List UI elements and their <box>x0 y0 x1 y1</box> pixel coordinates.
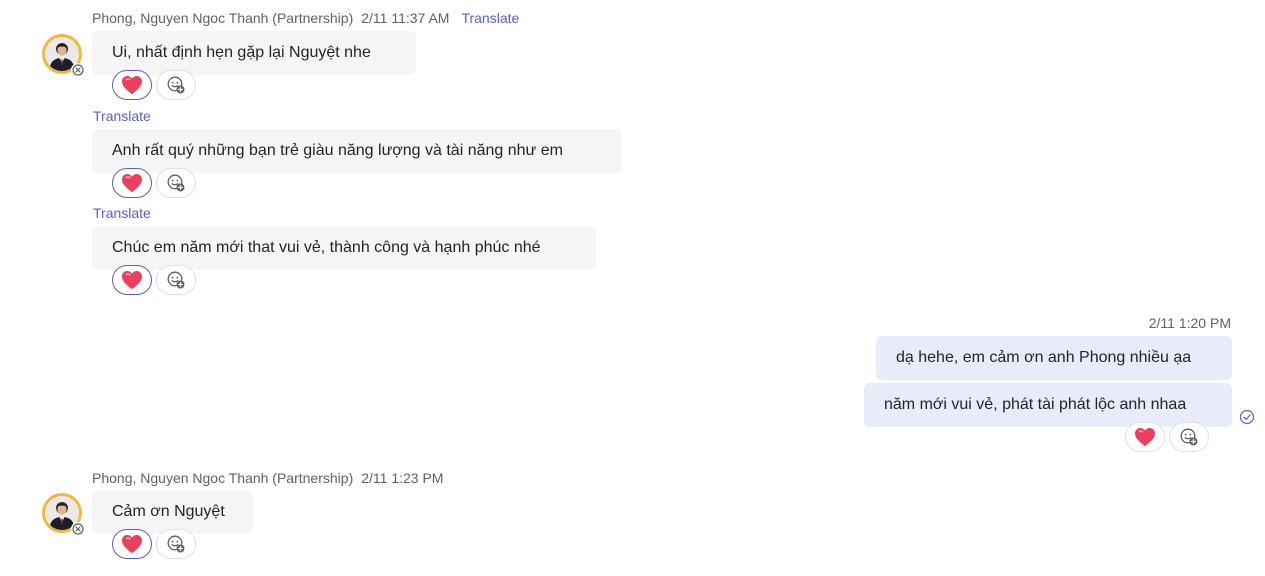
seen-check-icon <box>1239 409 1255 425</box>
message-bubble[interactable]: năm mới vui vẻ, phát tài phát lộc anh nh… <box>864 383 1232 427</box>
reaction-bar <box>1125 422 1209 452</box>
add-reaction-icon <box>166 173 186 193</box>
avatar[interactable] <box>42 493 85 536</box>
translate-link[interactable]: Translate <box>93 108 151 124</box>
message-text: Cảm ơn Nguyệt <box>112 503 225 520</box>
reaction-bar <box>112 168 196 198</box>
message-text: Chúc em năm mới that vui vẻ, thành công … <box>112 239 541 256</box>
message-header: Phong, Nguyen Ngoc Thanh (Partnership) 2/… <box>92 470 443 486</box>
heart-reaction-button[interactable] <box>112 265 152 295</box>
heart-icon <box>120 73 144 97</box>
add-reaction-button[interactable] <box>1169 422 1209 452</box>
message-bubble[interactable]: Anh rất quý những bạn trẻ giàu năng lượn… <box>92 129 622 173</box>
reaction-bar <box>112 265 196 295</box>
avatar[interactable] <box>42 34 85 77</box>
add-reaction-icon <box>166 75 186 95</box>
translate-link[interactable]: Translate <box>93 205 151 221</box>
heart-icon <box>120 171 144 195</box>
offline-status-icon <box>71 522 85 536</box>
message-text: dạ hehe, em cảm ơn anh Phong nhiều ạa <box>896 349 1192 366</box>
reaction-bar <box>112 70 196 100</box>
message-text: năm mới vui vẻ, phát tài phát lộc anh nh… <box>884 396 1187 413</box>
heart-reaction-button[interactable] <box>1125 422 1165 452</box>
add-reaction-icon <box>1179 427 1199 447</box>
add-reaction-button[interactable] <box>156 70 196 100</box>
message-text: Ui, nhất định hẹn gặp lại Nguyệt nhe <box>112 44 371 61</box>
translate-link[interactable]: Translate <box>461 10 519 26</box>
heart-icon <box>120 532 144 556</box>
heart-reaction-button[interactable] <box>112 529 152 559</box>
message-timestamp: 2/11 1:23 PM <box>361 470 444 486</box>
message-header: Phong, Nguyen Ngoc Thanh (Partnership) 2/… <box>92 10 519 26</box>
message-text: Anh rất quý những bạn trẻ giàu năng lượn… <box>112 142 563 159</box>
sender-name: Phong, Nguyen Ngoc Thanh (Partnership) <box>92 10 354 26</box>
reaction-bar <box>112 529 196 559</box>
heart-icon <box>1133 425 1157 449</box>
message-bubble[interactable]: dạ hehe, em cảm ơn anh Phong nhiều ạa <box>876 336 1232 380</box>
message-bubble[interactable]: Ui, nhất định hẹn gặp lại Nguyệt nhe <box>92 31 416 75</box>
message-timestamp: 2/11 11:37 AM <box>361 10 450 26</box>
add-reaction-icon <box>166 270 186 290</box>
add-reaction-button[interactable] <box>156 529 196 559</box>
heart-reaction-button[interactable] <box>112 70 152 100</box>
message-timestamp: 2/11 1:20 PM <box>1148 315 1231 331</box>
sender-name: Phong, Nguyen Ngoc Thanh (Partnership) <box>92 470 354 486</box>
heart-reaction-button[interactable] <box>112 168 152 198</box>
add-reaction-icon <box>166 534 186 554</box>
heart-icon <box>120 268 144 292</box>
offline-status-icon <box>71 63 85 77</box>
message-bubble[interactable]: Cảm ơn Nguyệt <box>92 490 253 534</box>
message-bubble[interactable]: Chúc em năm mới that vui vẻ, thành công … <box>92 226 596 270</box>
add-reaction-button[interactable] <box>156 265 196 295</box>
add-reaction-button[interactable] <box>156 168 196 198</box>
